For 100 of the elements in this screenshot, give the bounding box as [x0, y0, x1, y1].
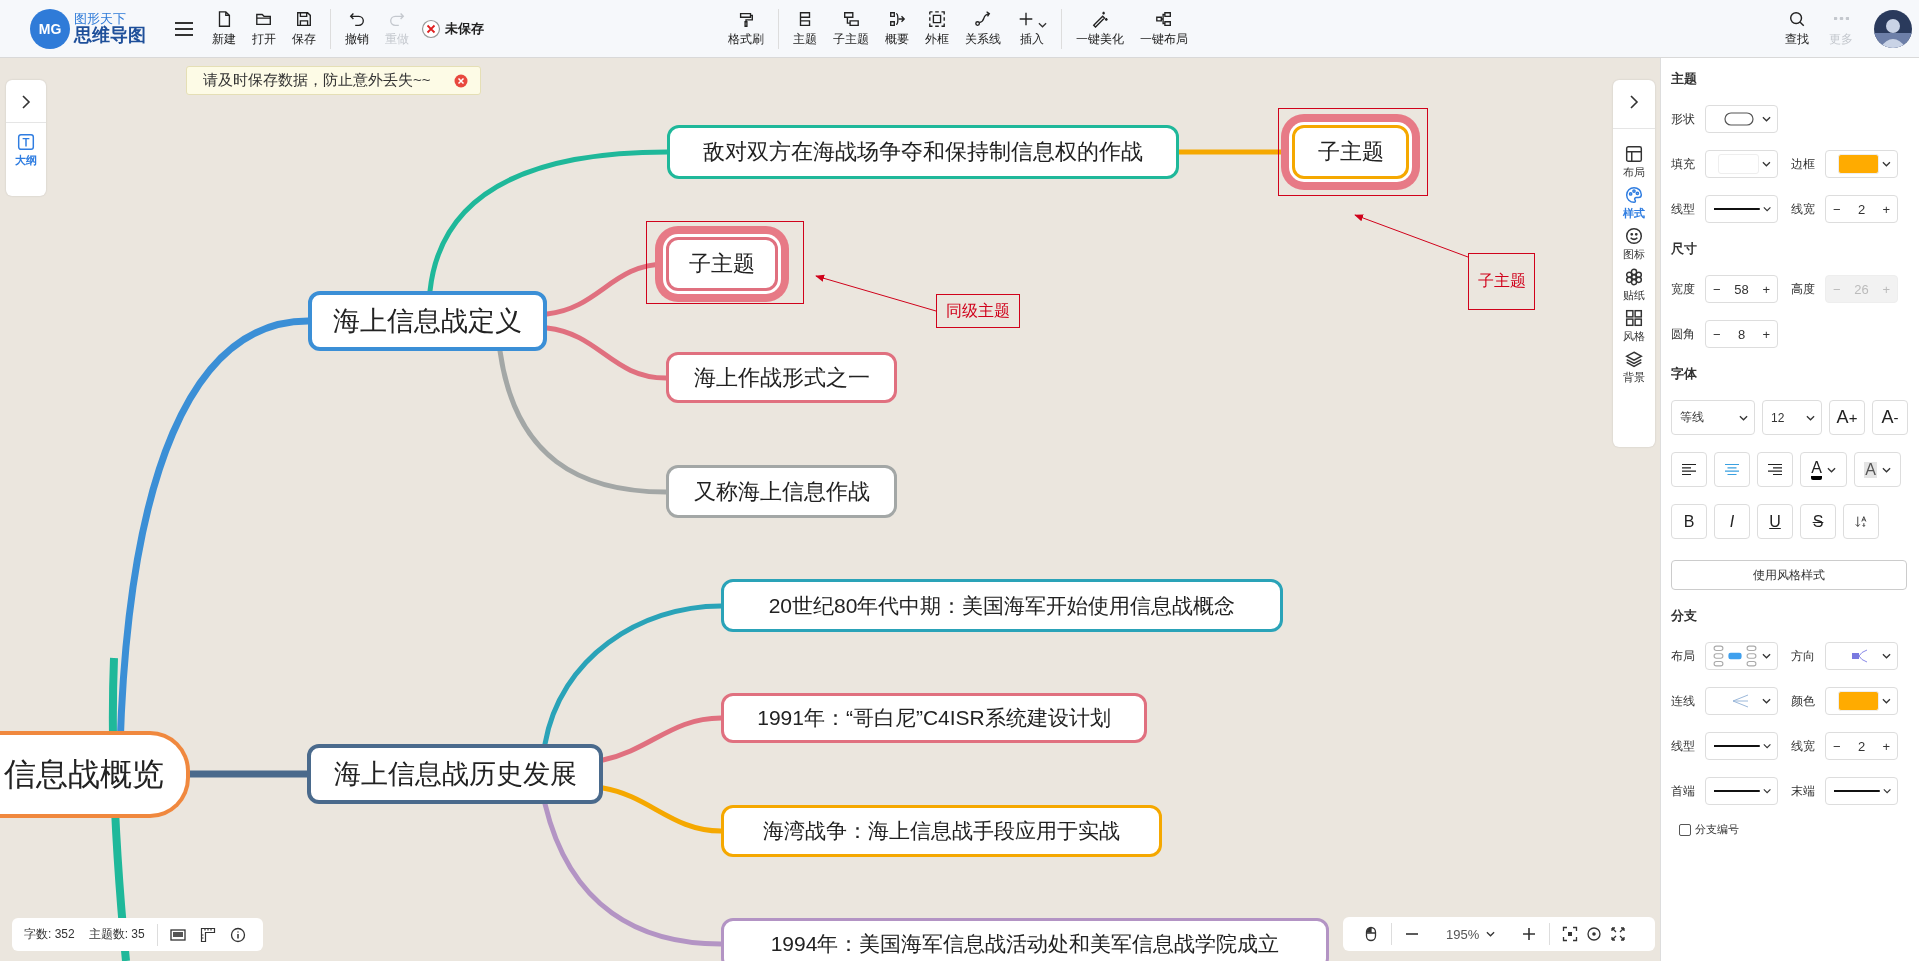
- line-select[interactable]: [1705, 195, 1778, 223]
- search-button[interactable]: 查找: [1777, 9, 1817, 48]
- save-status: 未保存: [445, 19, 484, 38]
- topic-node[interactable]: 又称海上信息作战: [666, 465, 897, 518]
- locate-icon[interactable]: [1586, 926, 1603, 942]
- caret-icon: [1881, 466, 1891, 473]
- topic-node[interactable]: 海上信息战历史发展: [307, 744, 603, 804]
- apply-style-button[interactable]: 使用风格样式: [1671, 560, 1907, 590]
- swatch-select[interactable]: [1825, 150, 1898, 178]
- zoom-in-icon[interactable]: [1521, 926, 1538, 942]
- topic-node[interactable]: 1994年：美国海军信息战活动处和美军信息战学院成立: [721, 918, 1329, 961]
- ruler-icon[interactable]: [199, 926, 216, 943]
- caret-icon: [1826, 466, 1836, 473]
- relation-button[interactable]: 关系线: [957, 9, 1009, 48]
- close-icon[interactable]: [454, 73, 468, 88]
- field-label: 首端: [1671, 782, 1696, 800]
- line-style-icon: [1714, 789, 1760, 793]
- strike-button[interactable]: S: [1800, 504, 1836, 539]
- open-button[interactable]: 打开: [244, 9, 284, 48]
- topic-node[interactable]: 海上作战形式之一: [666, 352, 897, 403]
- number-stepper[interactable]: − 2 +: [1825, 195, 1898, 223]
- fullscreen-icon[interactable]: [1610, 926, 1627, 942]
- root-topic[interactable]: 信息战概览: [0, 731, 190, 818]
- save-button[interactable]: 保存: [284, 9, 324, 48]
- sort-button[interactable]: [1843, 504, 1879, 539]
- annotation-label: 同级主题: [936, 294, 1020, 328]
- logo-subtitle: 图形天下: [74, 12, 126, 26]
- sort-icon: [1853, 515, 1869, 528]
- brush-button[interactable]: 格式刷: [720, 9, 772, 48]
- sticker-tab[interactable]: 贴纸: [1623, 268, 1645, 303]
- info-icon[interactable]: [229, 926, 246, 943]
- caret-icon: [1806, 414, 1815, 421]
- caret-icon: [1762, 653, 1771, 659]
- summary-button[interactable]: 概要: [877, 9, 917, 48]
- field-label: 线型: [1671, 737, 1696, 755]
- topic-node[interactable]: 敌对双方在海战场争夺和保持制信息权的作战: [667, 125, 1179, 179]
- line-select[interactable]: [1825, 777, 1898, 805]
- emoji-tab[interactable]: 图标: [1623, 227, 1645, 262]
- number-stepper[interactable]: − 2 +: [1825, 732, 1898, 760]
- line-style-icon: [1714, 207, 1760, 211]
- tip-text: 请及时保存数据，防止意外丢失~~: [203, 71, 431, 90]
- caret-icon: [1739, 414, 1748, 421]
- direction-select[interactable]: [1825, 642, 1898, 670]
- caret-icon: [1762, 788, 1771, 794]
- topic-button[interactable]: 主题: [785, 9, 825, 48]
- search-icon: [1788, 9, 1806, 28]
- style-tab[interactable]: 样式: [1623, 186, 1645, 221]
- field-label: 线宽: [1791, 200, 1816, 218]
- layout-tab[interactable]: 布局: [1623, 145, 1645, 180]
- subtopic-icon: [842, 9, 860, 28]
- fit-view-icon[interactable]: [1562, 926, 1579, 942]
- background-tab[interactable]: 背景: [1623, 350, 1645, 385]
- expand-icon[interactable]: [20, 94, 32, 110]
- flower-icon: [1625, 268, 1643, 286]
- line-select[interactable]: [1705, 732, 1778, 760]
- topic-node[interactable]: 20世纪80年代中期：美国海军开始使用信息战概念: [721, 579, 1283, 632]
- theme-tab[interactable]: 风格: [1623, 309, 1645, 344]
- font-size-select[interactable]: 12: [1762, 400, 1822, 435]
- checkbox[interactable]: [1679, 823, 1691, 836]
- bold-button[interactable]: B: [1671, 504, 1707, 539]
- section-heading: 分支: [1671, 607, 1698, 625]
- menu-icon[interactable]: [174, 20, 194, 37]
- topic-node[interactable]: 海湾战争：海上信息战手段应用于实战: [721, 805, 1162, 857]
- smiley-icon: [1625, 227, 1643, 245]
- swatch-select[interactable]: [1825, 687, 1898, 715]
- caret-icon: [1762, 116, 1771, 122]
- line-select[interactable]: [1705, 777, 1778, 805]
- warning-close-icon: [421, 18, 441, 39]
- section-heading: 主题: [1671, 70, 1698, 88]
- align-right-button[interactable]: [1757, 452, 1793, 487]
- outline-tab[interactable]: 大纲: [15, 133, 37, 168]
- number-stepper[interactable]: − 8 +: [1705, 320, 1778, 348]
- undo-button[interactable]: 撤销: [337, 9, 377, 48]
- beautify-button[interactable]: 一键美化: [1068, 9, 1132, 48]
- number-stepper[interactable]: − 58 +: [1705, 275, 1778, 303]
- field-label: 方向: [1791, 647, 1816, 665]
- insert-button[interactable]: 插入: [1009, 9, 1055, 48]
- field-label: 高度: [1791, 280, 1816, 298]
- field-label: 线型: [1671, 200, 1696, 218]
- layout-select[interactable]: [1705, 642, 1778, 670]
- arrange-button[interactable]: 一键布局: [1132, 9, 1196, 48]
- magic-wand-icon: [1091, 9, 1109, 28]
- font-family-select[interactable]: 等线: [1671, 400, 1755, 435]
- minimap-icon[interactable]: [169, 926, 186, 943]
- highlight-button[interactable]: A: [1854, 452, 1901, 487]
- subtopic-button[interactable]: 子主题: [825, 9, 877, 48]
- new-button[interactable]: 新建: [204, 9, 244, 48]
- checkbox-label: 分支编号: [1695, 822, 1739, 837]
- italic-button[interactable]: I: [1714, 504, 1750, 539]
- text-color-button[interactable]: A: [1800, 452, 1847, 487]
- expand-icon[interactable]: [1628, 94, 1640, 110]
- shape-select[interactable]: [1705, 105, 1778, 133]
- mouse-icon[interactable]: [1363, 926, 1379, 942]
- zoom-select[interactable]: 195%: [1440, 925, 1502, 943]
- underline-button[interactable]: U: [1757, 504, 1793, 539]
- topic-node[interactable]: 海上信息战定义: [308, 291, 547, 351]
- swatch-select[interactable]: [1705, 150, 1778, 178]
- topic-node[interactable]: 1991年：“哥白尼”C4ISR系统建设计划: [721, 693, 1147, 743]
- frame-button[interactable]: 外框: [917, 9, 957, 48]
- align-left-button[interactable]: [1671, 452, 1707, 487]
